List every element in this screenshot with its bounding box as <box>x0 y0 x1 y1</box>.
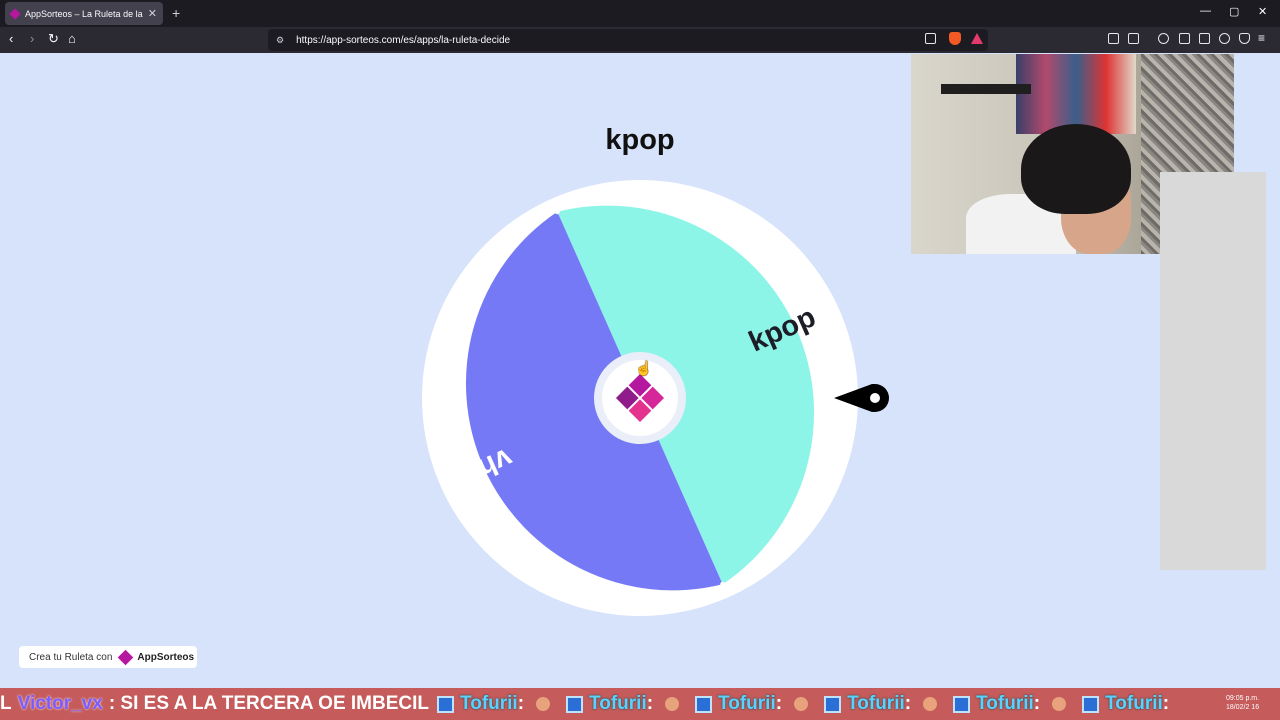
chat-user-icon <box>695 695 713 713</box>
tab-close-icon[interactable]: ✕ <box>148 7 157 20</box>
chat-emote-icon <box>665 697 680 711</box>
home-icon[interactable]: ⌂ <box>68 31 76 46</box>
ticker-repeat-user: Tofurii <box>589 693 647 714</box>
menu-icon[interactable]: ≡ <box>1258 31 1265 45</box>
clock-time: 09:05 p.m. <box>1226 695 1260 702</box>
wallet-icon[interactable] <box>1199 33 1210 44</box>
forward-icon[interactable]: › <box>30 31 34 46</box>
nav-bar: ‹ › ↻ ⌂ ⚙ https://app-sorteos.com/es/app… <box>0 27 1280 53</box>
chat-emote-icon <box>536 697 551 711</box>
chat-user-icon <box>1082 695 1100 713</box>
promo-text: Crea tu Ruleta con <box>29 651 113 663</box>
webcam-person-hair <box>1021 124 1131 214</box>
back-icon[interactable]: ‹ <box>9 31 13 46</box>
hand-cursor-icon: ☝ <box>635 360 653 376</box>
brave-shields-icon[interactable] <box>949 32 961 45</box>
taskbar-clock: 09:05 p.m. 18/02/2 16 <box>1226 694 1259 712</box>
ticker-sep: : <box>646 693 654 714</box>
new-tab-button[interactable]: + <box>172 5 180 21</box>
tab-bar: AppSorteos – La Ruleta de la Su ✕ + — ▢ … <box>0 0 1280 27</box>
ticker-repeat-user: Tofurii <box>718 693 776 714</box>
chat-user-icon <box>566 695 584 713</box>
wheel-pointer <box>834 384 889 412</box>
chat-emote-icon <box>923 697 938 711</box>
share-icon[interactable] <box>925 33 936 44</box>
ticker-sep: : <box>904 693 912 714</box>
ticker-sep: : <box>517 693 525 714</box>
segment-divider-dot <box>720 581 726 587</box>
segment-divider-dot <box>554 209 560 215</box>
ticker-sep: : <box>775 693 783 714</box>
webcam-posters <box>1016 54 1136 134</box>
create-wheel-promo[interactable]: Crea tu Ruleta con AppSorteos <box>19 646 197 668</box>
chat-user-icon <box>824 695 842 713</box>
sidebar-icon[interactable] <box>1179 33 1190 44</box>
clock-date: 18/02/2 16 <box>1226 704 1260 711</box>
pointer-dot <box>870 393 880 403</box>
chat-user-icon <box>437 695 455 713</box>
url-text: https://app-sorteos.com/es/apps/la-rulet… <box>296 34 511 46</box>
ticker-lead: L <box>0 693 12 714</box>
ticker-sep: : <box>1033 693 1041 714</box>
site-info-icon[interactable]: ⚙ <box>276 35 284 46</box>
chat-user-icon <box>953 695 971 713</box>
appsorteos-promo-logo-icon <box>118 649 134 665</box>
extensions-icon[interactable] <box>1108 33 1119 44</box>
vpn-icon[interactable] <box>1239 33 1250 44</box>
ticker-repeat-user: Tofurii <box>460 693 518 714</box>
media-icon[interactable] <box>1158 33 1169 44</box>
minimize-button[interactable]: — <box>1200 5 1211 17</box>
ticker-message: : SI ES A LA TERCERA OE IMBECIL <box>108 693 430 714</box>
ticker-sep: : <box>1162 693 1170 714</box>
ticker-repeat-user: Tofurii <box>1105 693 1163 714</box>
ticker-repeat-user: Tofurii <box>847 693 905 714</box>
reader-mode-icon[interactable] <box>1128 33 1139 44</box>
chat-emote-icon <box>1052 697 1067 711</box>
url-bar[interactable]: ⚙ https://app-sorteos.com/es/apps/la-rul… <box>268 29 988 51</box>
leo-ai-icon[interactable] <box>1219 33 1230 44</box>
ticker-repeat-user: Tofurii <box>976 693 1034 714</box>
maximize-button[interactable]: ▢ <box>1229 5 1239 18</box>
appsorteos-favicon-icon <box>9 7 21 20</box>
browser-tab[interactable]: AppSorteos – La Ruleta de la Su ✕ <box>5 2 163 25</box>
result-title: kpop <box>605 124 675 156</box>
chat-ticker: L Victor_vx : SI ES A LA TERCERA OE IMBE… <box>0 688 1280 720</box>
roulette-wheel[interactable]: kpop vhs <box>420 176 860 620</box>
reload-icon[interactable]: ↻ <box>48 31 59 47</box>
chat-emote-icon <box>794 697 809 711</box>
side-panel <box>1160 172 1266 570</box>
webcam-pullup-bar <box>941 84 1031 94</box>
promo-brand: AppSorteos <box>137 651 195 663</box>
ticker-username: Victor_vx <box>17 693 103 714</box>
brave-rewards-icon[interactable] <box>971 33 983 44</box>
close-window-button[interactable]: ✕ <box>1258 5 1267 18</box>
tab-title: AppSorteos – La Ruleta de la Su <box>25 8 144 19</box>
